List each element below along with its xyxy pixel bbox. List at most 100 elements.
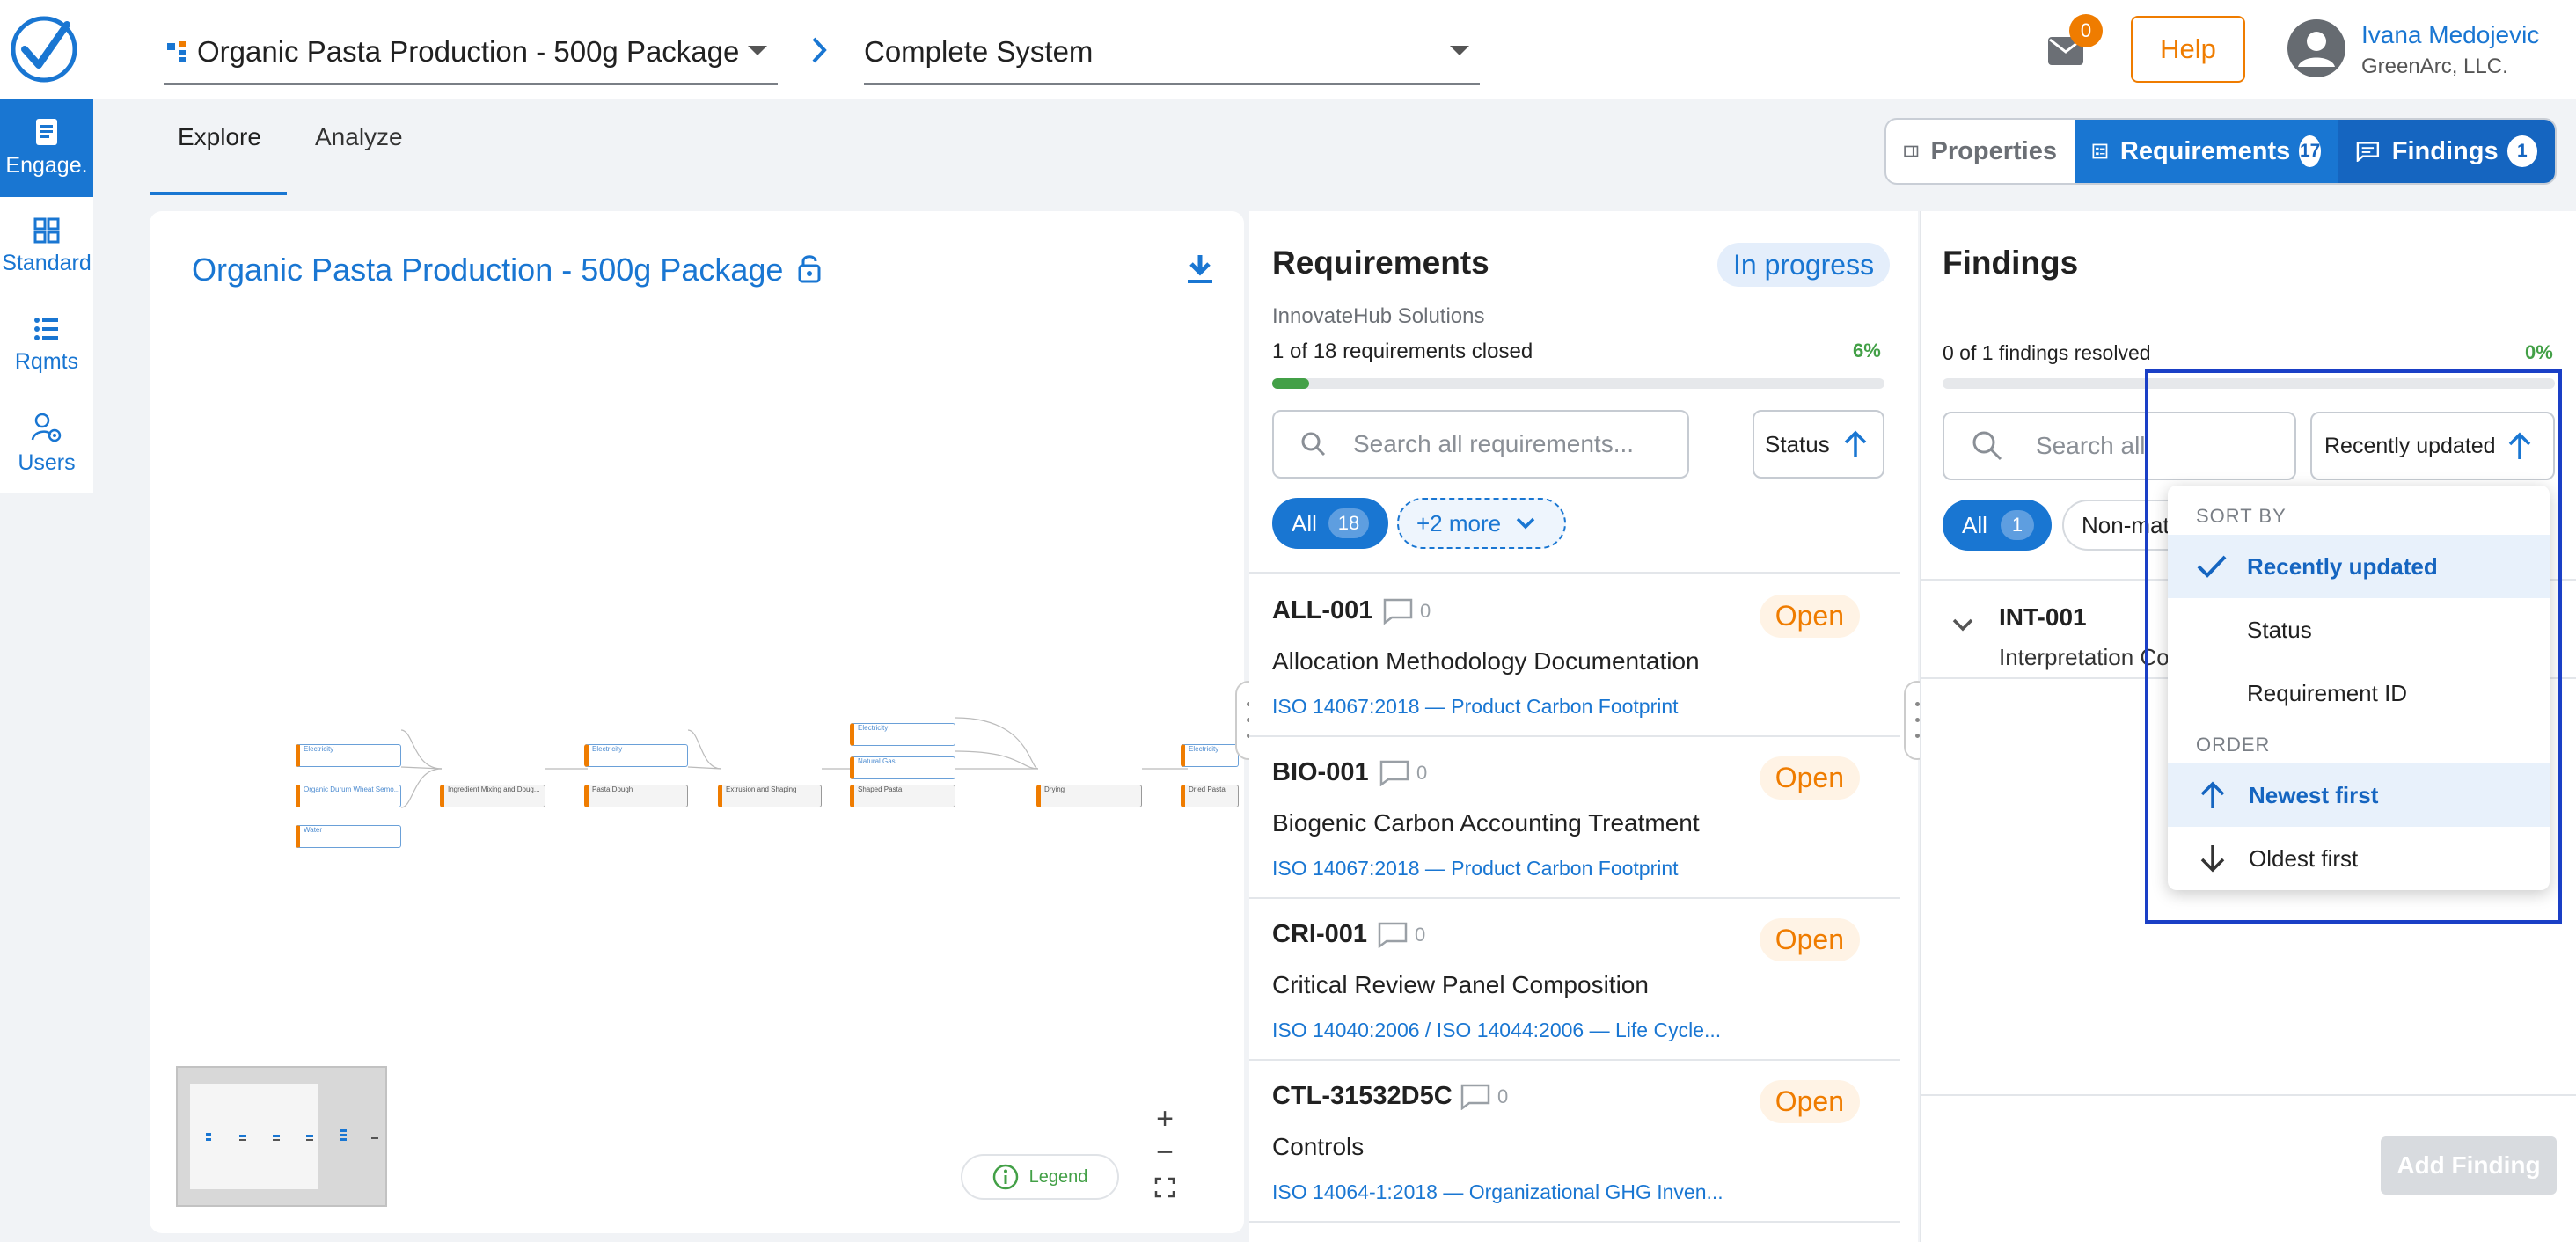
flow-node[interactable]: Drying <box>1036 785 1142 807</box>
chevron-down-icon <box>748 46 767 55</box>
arrow-up-icon <box>2200 781 2225 808</box>
sort-by-heading: SORT BY <box>2196 505 2287 527</box>
filter-all-chip[interactable]: All 18 <box>1272 498 1388 549</box>
search-placeholder: Search all requirements... <box>1353 430 1635 457</box>
order-option-newest[interactable]: Newest first <box>2168 763 2550 827</box>
status-badge: Open <box>1759 1080 1860 1123</box>
mail-button[interactable]: 0 <box>2046 14 2103 65</box>
filter-all-label: All <box>1292 509 1317 537</box>
sort-option-label: Requirement ID <box>2247 679 2408 706</box>
sort-option-requirement-id[interactable]: Requirement ID <box>2168 661 2550 725</box>
flow-node[interactable]: Electricity <box>584 744 688 767</box>
zoom-out-button[interactable]: − <box>1147 1136 1182 1172</box>
flow-node[interactable]: Electricity <box>850 723 955 746</box>
comment-icon[interactable] <box>1460 1084 1490 1110</box>
list-item[interactable]: CTL-31532D5C 0 Open Controls ISO 14064-1… <box>1249 1059 1900 1223</box>
progress-fill <box>1272 378 1309 389</box>
search-placeholder: Search all <box>2036 432 2146 459</box>
progress-percent: 0% <box>2525 341 2553 363</box>
comment-icon[interactable] <box>1378 922 1408 948</box>
properties-toggle[interactable]: Properties <box>1886 120 2075 183</box>
flow-node[interactable]: Organic Durum Wheat Semo... <box>296 785 401 807</box>
flow-node[interactable]: Dried Pasta <box>1181 785 1239 807</box>
flow-node[interactable]: Water <box>296 825 401 848</box>
requirements-toggle[interactable]: Requirements 17 <box>2075 120 2338 183</box>
top-bar: Organic Pasta Production - 500g Package … <box>0 0 2576 99</box>
comment-icon[interactable] <box>1383 598 1413 625</box>
flow-node[interactable]: Natural Gas <box>850 756 955 779</box>
avatar[interactable] <box>2287 19 2345 77</box>
tab-analyze[interactable]: Analyze <box>315 123 403 151</box>
findings-toggle[interactable]: Findings 1 <box>2338 120 2555 183</box>
zoom-in-button[interactable]: + <box>1147 1101 1182 1136</box>
divider <box>1921 1094 2576 1096</box>
more-filters-chip[interactable]: +2 more <box>1397 498 1566 549</box>
legend-button[interactable]: Legend <box>961 1154 1119 1200</box>
requirements-search-input[interactable]: Search all requirements... <box>1272 410 1689 479</box>
requirements-label: Requirements <box>2119 136 2291 165</box>
flow-node[interactable]: Pasta Dough <box>584 785 688 807</box>
product-select[interactable]: Organic Pasta Production - 500g Package <box>164 21 778 85</box>
add-finding-button[interactable]: Add Finding <box>2381 1136 2557 1195</box>
explore-title: Organic Pasta Production - 500g Package <box>192 252 784 288</box>
flow-node[interactable]: Shaped Pasta <box>850 785 955 807</box>
rail-item-standard[interactable]: Standard <box>0 197 93 296</box>
list-item[interactable]: CRI-001 0 Open Critical Review Panel Com… <box>1249 897 1900 1061</box>
rail-item-users[interactable]: Users <box>0 394 93 493</box>
comment-count: 0 <box>1420 600 1431 622</box>
rail-label: Users <box>18 449 76 475</box>
info-icon <box>992 1164 1018 1190</box>
finding-title: Interpretation Co <box>1999 644 2170 670</box>
requirement-standard-link[interactable]: ISO 14064-1:2018 — Organizational GHG In… <box>1272 1180 1723 1204</box>
help-button[interactable]: Help <box>2131 16 2245 83</box>
flow-node[interactable]: Electricity <box>1181 744 1239 767</box>
rail-item-engagement[interactable]: Engage. <box>0 99 93 197</box>
download-icon[interactable] <box>1186 253 1214 285</box>
minimap[interactable] <box>176 1066 387 1207</box>
sort-option-status[interactable]: Status <box>2168 598 2550 661</box>
rail-item-rqmts[interactable]: Rqmts <box>0 296 93 394</box>
filter-all-count: 1 <box>2001 510 2034 540</box>
resolved-count: 0 of 1 findings resolved <box>1943 341 2151 364</box>
requirement-standard-link[interactable]: ISO 14040:2006 / ISO 14044:2006 — Life C… <box>1272 1019 1721 1042</box>
requirements-title: Requirements <box>1272 245 1489 281</box>
requirements-count-badge: 17 <box>2299 135 2321 167</box>
users-gear-icon <box>31 413 62 442</box>
findings-title: Findings <box>1943 245 2079 281</box>
system-select[interactable]: Complete System <box>864 21 1480 85</box>
requirements-panel: Requirements In progress InnovateHub Sol… <box>1249 211 1918 1242</box>
list-item[interactable]: ALL-001 0 Open Allocation Methodology Do… <box>1249 574 1900 737</box>
fit-view-icon[interactable] <box>1154 1177 1175 1198</box>
progress-bar <box>1272 378 1884 389</box>
check-icon <box>2197 555 2227 578</box>
flow-node[interactable]: Extrusion and Shaping <box>718 785 822 807</box>
flow-node[interactable]: Ingredient Mixing and Doug... <box>440 785 545 807</box>
requirement-id: BIO-001 <box>1272 758 1369 786</box>
lock-icon[interactable] <box>797 253 822 283</box>
chevron-down-icon[interactable] <box>1951 617 1974 633</box>
order-option-oldest[interactable]: Oldest first <box>2168 827 2550 890</box>
findings-search-input[interactable]: Search all <box>1943 412 2296 480</box>
requirements-list: ALL-001 0 Open Allocation Methodology Do… <box>1249 574 1900 1242</box>
list-item[interactable]: BIO-001 0 Open Biogenic Carbon Accountin… <box>1249 735 1900 899</box>
finding-id: INT-001 <box>1999 603 2087 631</box>
comment-icon[interactable] <box>1379 760 1409 786</box>
filter-all-chip[interactable]: All 1 <box>1943 500 2052 551</box>
status-sort-button[interactable]: Status <box>1753 410 1884 479</box>
tab-explore[interactable]: Explore <box>178 123 261 151</box>
mail-count-badge: 0 <box>2069 14 2103 47</box>
arrow-down-icon <box>2200 845 2225 873</box>
sort-option-recently-updated[interactable]: Recently updated <box>2168 535 2550 598</box>
requirement-standard-link[interactable]: ISO 14067:2018 — Product Carbon Footprin… <box>1272 857 1679 880</box>
sort-button[interactable]: Recently updated <box>2310 412 2555 480</box>
document-icon <box>36 118 57 145</box>
arrow-up-icon <box>1844 430 1866 457</box>
rail-label: Standard <box>2 250 91 275</box>
requirement-standard-link[interactable]: ISO 14067:2018 — Product Carbon Footprin… <box>1272 695 1679 719</box>
user-name[interactable]: Ivana Medojevic <box>2361 21 2539 49</box>
flow-node[interactable]: Electricity <box>296 744 401 767</box>
app-logo-icon[interactable] <box>9 14 79 84</box>
chevron-down-icon <box>1450 46 1469 55</box>
rail-label: Rqmts <box>14 348 79 374</box>
order-option-label: Newest first <box>2249 781 2379 808</box>
